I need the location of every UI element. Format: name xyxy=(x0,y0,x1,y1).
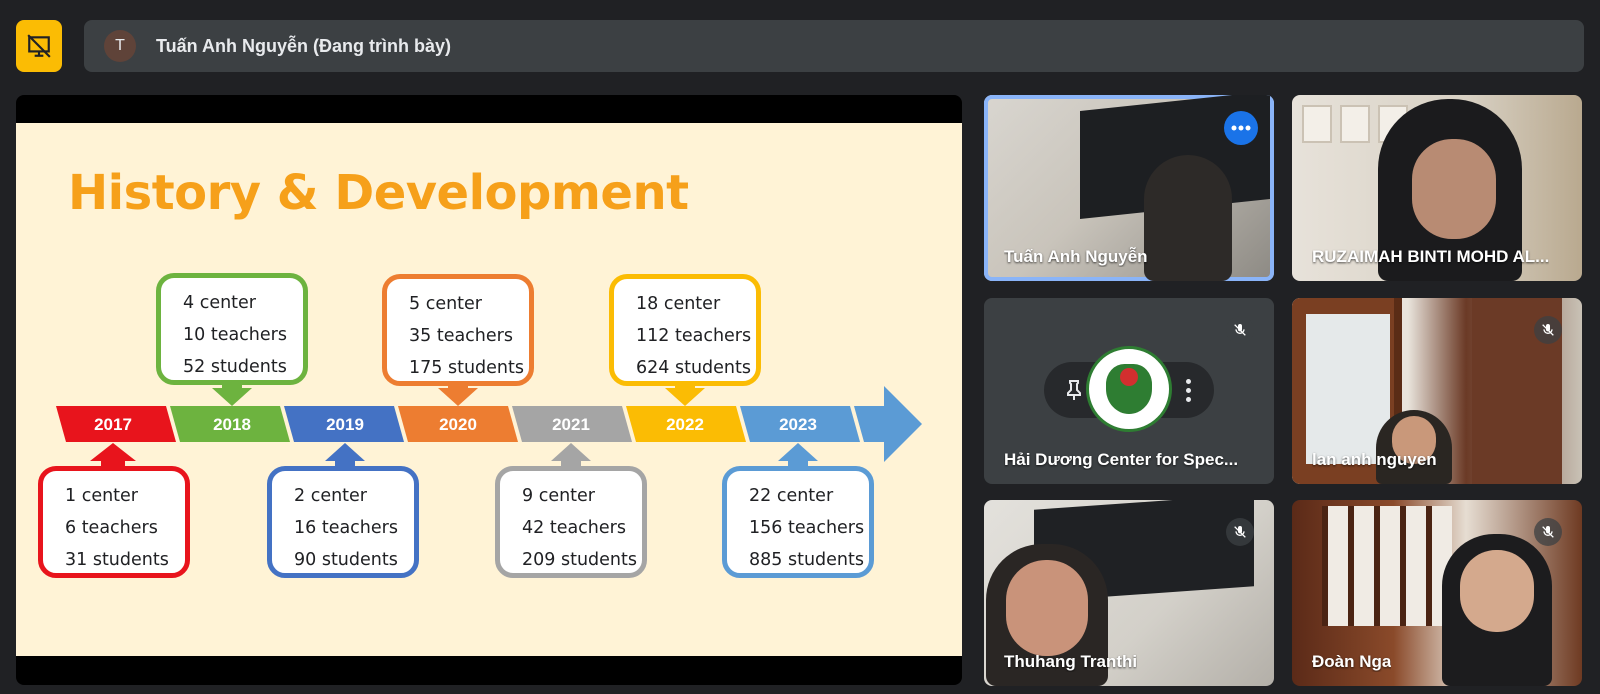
timeline-segment-2022: 2022 xyxy=(626,406,746,442)
timeline-segment-2018: 2018 xyxy=(170,406,290,442)
mic-off-icon xyxy=(1534,518,1562,546)
timeline-segment-2020: 2020 xyxy=(398,406,518,442)
year-label-2021: 2021 xyxy=(552,415,590,434)
more-options-button[interactable] xyxy=(1224,111,1258,145)
participant-name: Hải Dương Center for Spec... xyxy=(1004,450,1239,469)
mic-off-icon xyxy=(1226,316,1254,344)
mic-off-icon xyxy=(1534,316,1562,344)
year-label-2020: 2020 xyxy=(439,415,477,434)
presenter-bar: T Tuấn Anh Nguyễn (Đang trình bày) xyxy=(84,20,1584,72)
students-2023: 885 students xyxy=(749,550,864,570)
presenter-label: Tuấn Anh Nguyễn (Đang trình bày) xyxy=(156,35,451,56)
participant-tile-thuhang[interactable]: Thuhang Tranthi xyxy=(984,500,1274,686)
year-label-2018: 2018 xyxy=(213,415,251,434)
students-2022: 624 students xyxy=(636,358,751,378)
timeline-segment-2017: 2017 xyxy=(56,406,176,442)
teachers-2019: 16 teachers xyxy=(294,518,398,538)
video-feed-frame xyxy=(1302,105,1332,143)
participant-tile-tuan-anh[interactable]: Tuấn Anh Nguyễn xyxy=(984,95,1274,281)
organization-logo-emblem xyxy=(1106,364,1152,414)
students-2018: 52 students xyxy=(183,357,287,377)
video-feed-person xyxy=(1144,155,1232,281)
year-label-2017: 2017 xyxy=(94,415,132,434)
video-feed-frame xyxy=(1340,105,1370,143)
participant-tile-hai-duong[interactable]: Hải Dương Center for Spec... xyxy=(984,298,1274,484)
video-feed-face xyxy=(1412,139,1496,239)
centers-2020: 5 center xyxy=(409,294,482,314)
participant-name: RUZAIMAH BINTI MOHD AL... xyxy=(1312,247,1550,266)
teachers-2020: 35 teachers xyxy=(409,326,513,346)
more-vertical-icon xyxy=(1185,378,1191,402)
year-label-2023: 2023 xyxy=(779,415,817,434)
video-feed-face xyxy=(1006,560,1088,656)
info-box-2019: 2 center 16 teachers 90 students xyxy=(267,466,419,578)
mic-off-icon xyxy=(1226,518,1254,546)
teachers-2023: 156 teachers xyxy=(749,518,865,538)
slide: History & Development 2017 2018 2019 202… xyxy=(16,123,962,656)
centers-2023: 22 center xyxy=(749,486,834,506)
presentation-off-icon xyxy=(27,34,51,58)
participant-name: Tuấn Anh Nguyễn xyxy=(1004,247,1148,266)
pointer-2021 xyxy=(551,443,591,466)
teachers-2021: 42 teachers xyxy=(522,518,626,538)
organization-logo xyxy=(1086,346,1172,432)
centers-2019: 2 center xyxy=(294,486,367,506)
participant-name: lan anh nguyen xyxy=(1312,450,1437,469)
centers-2017: 1 center xyxy=(65,486,138,506)
video-feed-face xyxy=(1460,550,1534,632)
timeline-segment-2021: 2021 xyxy=(512,406,632,442)
info-box-2023: 22 center 156 teachers 885 students xyxy=(722,466,874,578)
centers-2021: 9 center xyxy=(522,486,595,506)
info-box-2018: 4 center 10 teachers 52 students xyxy=(156,273,308,385)
stop-presenting-button[interactable] xyxy=(16,20,62,72)
teachers-2018: 10 teachers xyxy=(183,325,287,345)
students-2019: 90 students xyxy=(294,550,398,570)
participant-tile-ruzaimah[interactable]: RUZAIMAH BINTI MOHD AL... xyxy=(1292,95,1582,281)
participant-name: Thuhang Tranthi xyxy=(1004,652,1138,671)
participant-tile-lan-anh[interactable]: lan anh nguyen xyxy=(1292,298,1582,484)
centers-2022: 18 center xyxy=(636,294,721,314)
pointer-2017 xyxy=(90,443,136,466)
pointer-2019 xyxy=(325,443,365,466)
students-2017: 31 students xyxy=(65,550,169,570)
tile-more-options-button[interactable] xyxy=(1178,374,1198,406)
students-2021: 209 students xyxy=(522,550,637,570)
year-label-2019: 2019 xyxy=(326,415,364,434)
timeline-segment-2023: 2023 xyxy=(740,406,860,442)
more-horizontal-icon xyxy=(1231,125,1251,131)
video-feed-window xyxy=(1322,506,1452,626)
teachers-2022: 112 teachers xyxy=(636,326,752,346)
timeline-arrowhead xyxy=(854,386,922,462)
pointer-2023 xyxy=(778,443,818,466)
info-box-2020: 5 center 35 teachers 175 students xyxy=(382,274,534,386)
info-box-2017: 1 center 6 teachers 31 students xyxy=(38,466,190,578)
presenter-avatar: T xyxy=(104,30,136,62)
info-box-2021: 9 center 42 teachers 209 students xyxy=(495,466,647,578)
participant-tile-doan-nga[interactable]: Đoàn Nga xyxy=(1292,500,1582,686)
timeline-segment-2019: 2019 xyxy=(284,406,404,442)
participant-name: Đoàn Nga xyxy=(1312,652,1392,671)
pin-icon xyxy=(1067,380,1081,400)
year-label-2022: 2022 xyxy=(666,415,704,434)
students-2020: 175 students xyxy=(409,358,524,378)
teachers-2017: 6 teachers xyxy=(65,518,158,538)
presentation-stage: History & Development 2017 2018 2019 202… xyxy=(16,95,962,685)
info-box-2022: 18 center 112 teachers 624 students xyxy=(609,274,761,386)
centers-2018: 4 center xyxy=(183,293,256,313)
